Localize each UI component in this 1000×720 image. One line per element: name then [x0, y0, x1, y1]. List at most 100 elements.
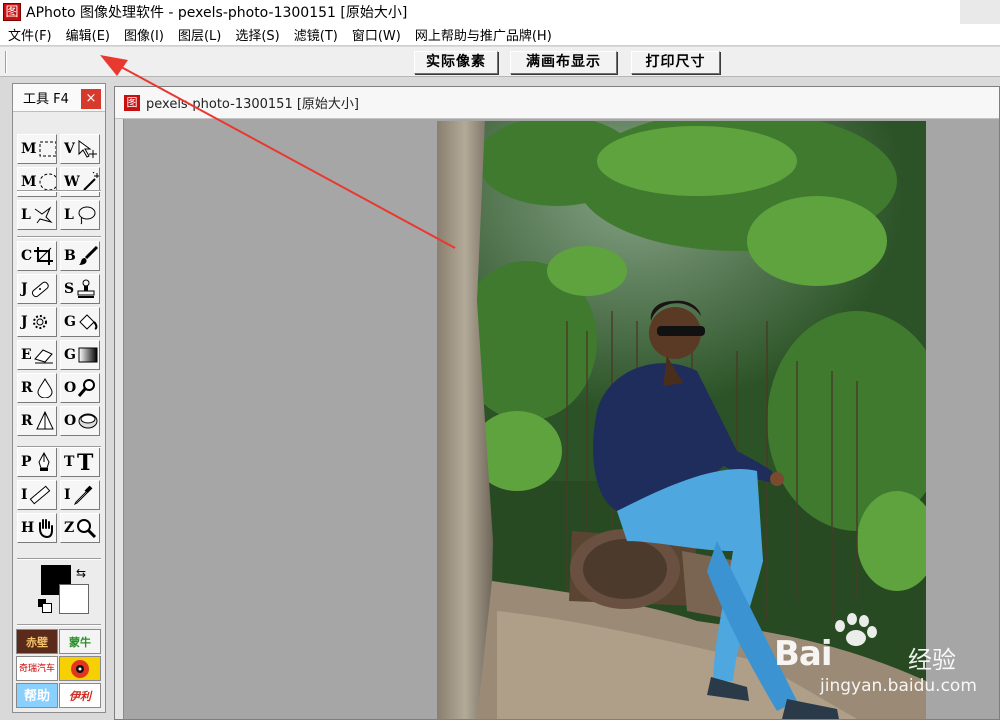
- sponsor-help[interactable]: 帮助: [16, 683, 58, 708]
- tool-polygon-lasso[interactable]: L: [17, 200, 57, 230]
- gradient-icon: [78, 347, 98, 363]
- sharpen-icon: [35, 411, 54, 430]
- sponge-icon: [78, 413, 98, 429]
- tool-key: G: [64, 347, 76, 363]
- swap-colors-icon[interactable]: ⇆: [76, 566, 86, 580]
- tool-key: L: [64, 207, 74, 223]
- tool-ellipse-marquee[interactable]: M: [17, 167, 57, 197]
- tool-key: Z: [64, 520, 75, 536]
- tool-rect-marquee[interactable]: M: [17, 134, 57, 164]
- sponsor-mengniu[interactable]: 蒙牛: [59, 629, 101, 654]
- tools-divider: [17, 446, 101, 448]
- default-colors-icon[interactable]: [38, 599, 52, 613]
- magic-wand-icon: [83, 172, 99, 191]
- tools-divider: [17, 558, 101, 560]
- document-title-bar[interactable]: 图 pexels-photo-1300151 [原始大小]: [115, 87, 999, 119]
- pen-icon: [37, 452, 50, 471]
- tool-key: T: [64, 454, 75, 470]
- sponsor-chibi[interactable]: 赤壁: [16, 629, 58, 654]
- tools-panel-header: 工具 F4 ×: [13, 84, 105, 112]
- tool-lasso[interactable]: L: [60, 200, 100, 230]
- tool-brush[interactable]: B: [60, 241, 100, 271]
- crop-icon: [34, 247, 54, 265]
- ellipse-marquee-icon: [39, 173, 56, 191]
- tool-magic-wand[interactable]: W: [60, 167, 100, 197]
- tool-healing[interactable]: J: [17, 274, 57, 304]
- ruler-icon: [29, 485, 50, 505]
- tool-eraser[interactable]: E: [17, 340, 57, 370]
- menu-file[interactable]: 文件(F): [0, 25, 59, 44]
- tool-key: E: [21, 347, 32, 363]
- tool-clone-stamp[interactable]: S: [60, 274, 100, 304]
- tool-gradient[interactable]: G: [60, 340, 100, 370]
- sponsor-chery[interactable]: 奇瑞汽车: [16, 656, 58, 681]
- tool-hand[interactable]: H: [17, 513, 57, 543]
- watermark-suffix: 经验: [908, 646, 956, 674]
- eye-logo-icon: [71, 660, 89, 678]
- dodge-icon: [78, 379, 96, 397]
- baidu-watermark: Bai 经验 jingyan.baidu.com: [768, 612, 977, 702]
- watermark-brand: Bai: [774, 634, 833, 674]
- menu-filter[interactable]: 滤镜(T): [287, 25, 345, 44]
- window-controls[interactable]: [960, 0, 1000, 24]
- tool-key: H: [21, 520, 35, 536]
- menu-layer[interactable]: 图层(L): [171, 25, 228, 44]
- tool-key: J: [21, 314, 28, 330]
- print-size-button[interactable]: 打印尺寸: [631, 51, 720, 74]
- background-color-swatch[interactable]: [59, 584, 89, 614]
- clone-stamp-icon: [77, 279, 95, 298]
- sponsor-yili[interactable]: 伊利: [59, 683, 101, 708]
- menu-help[interactable]: 网上帮助与推广品牌(H): [408, 25, 559, 44]
- menu-window[interactable]: 窗口(W): [345, 25, 408, 44]
- tools-divider: [17, 236, 101, 238]
- watermark-url: jingyan.baidu.com: [820, 676, 977, 696]
- tool-key: M: [21, 141, 37, 157]
- menu-edit[interactable]: 编辑(E): [59, 25, 117, 44]
- menu-select[interactable]: 选择(S): [228, 25, 286, 44]
- tool-sponge[interactable]: O: [60, 406, 100, 436]
- window-title: APhoto 图像处理软件 - pexels-photo-1300151 [原始…: [26, 5, 408, 21]
- tool-key: S: [64, 281, 75, 297]
- tool-key: B: [64, 248, 76, 264]
- eraser-icon: [33, 349, 53, 364]
- tool-red-eye[interactable]: J: [17, 307, 57, 337]
- healing-bandage-icon: [31, 281, 49, 298]
- tools-panel: 工具 F4 × M V M W L L C B J S J G E G R O …: [12, 83, 106, 713]
- tool-eyedropper[interactable]: I: [60, 480, 100, 510]
- tool-key: G: [64, 314, 76, 330]
- text-icon: T: [77, 452, 94, 472]
- tool-key: C: [21, 248, 33, 264]
- sponsor-grid: 赤壁 蒙牛 奇瑞汽车 帮助 伊利: [16, 629, 102, 709]
- tool-paint-bucket[interactable]: G: [60, 307, 100, 337]
- actual-pixels-button[interactable]: 实际像素: [414, 51, 498, 74]
- tool-pen[interactable]: P: [17, 447, 57, 477]
- tools-panel-title: 工具 F4: [23, 92, 69, 107]
- red-eye-icon: [32, 315, 47, 329]
- tool-key: V: [64, 141, 75, 157]
- brush-icon: [78, 246, 98, 265]
- tool-key: O: [64, 380, 77, 396]
- tool-key: R: [21, 380, 33, 396]
- tool-sharpen[interactable]: R: [17, 406, 57, 436]
- tools-divider: [17, 624, 101, 626]
- tool-move[interactable]: V: [60, 134, 100, 164]
- tool-dodge[interactable]: O: [60, 373, 100, 403]
- tool-key: L: [21, 207, 31, 223]
- tool-text[interactable]: TT: [60, 447, 100, 477]
- tool-crop[interactable]: C: [17, 241, 57, 271]
- tool-ruler[interactable]: I: [17, 480, 57, 510]
- document-title: pexels-photo-1300151 [原始大小]: [146, 97, 359, 112]
- document-icon: 图: [124, 94, 140, 111]
- tool-blur[interactable]: R: [17, 373, 57, 403]
- sponsor-eye-logo[interactable]: [59, 656, 101, 681]
- tool-key: J: [21, 281, 28, 297]
- lasso-icon: [78, 206, 96, 225]
- tools-close-button[interactable]: ×: [81, 89, 101, 109]
- tool-key: R: [21, 413, 33, 429]
- fit-canvas-button[interactable]: 满画布显示: [510, 51, 617, 74]
- tool-zoom[interactable]: Z: [60, 513, 100, 543]
- menu-image[interactable]: 图像(I): [117, 25, 171, 44]
- blur-drop-icon: [37, 378, 53, 398]
- tool-key: I: [21, 487, 28, 503]
- tools-divider: [17, 190, 101, 192]
